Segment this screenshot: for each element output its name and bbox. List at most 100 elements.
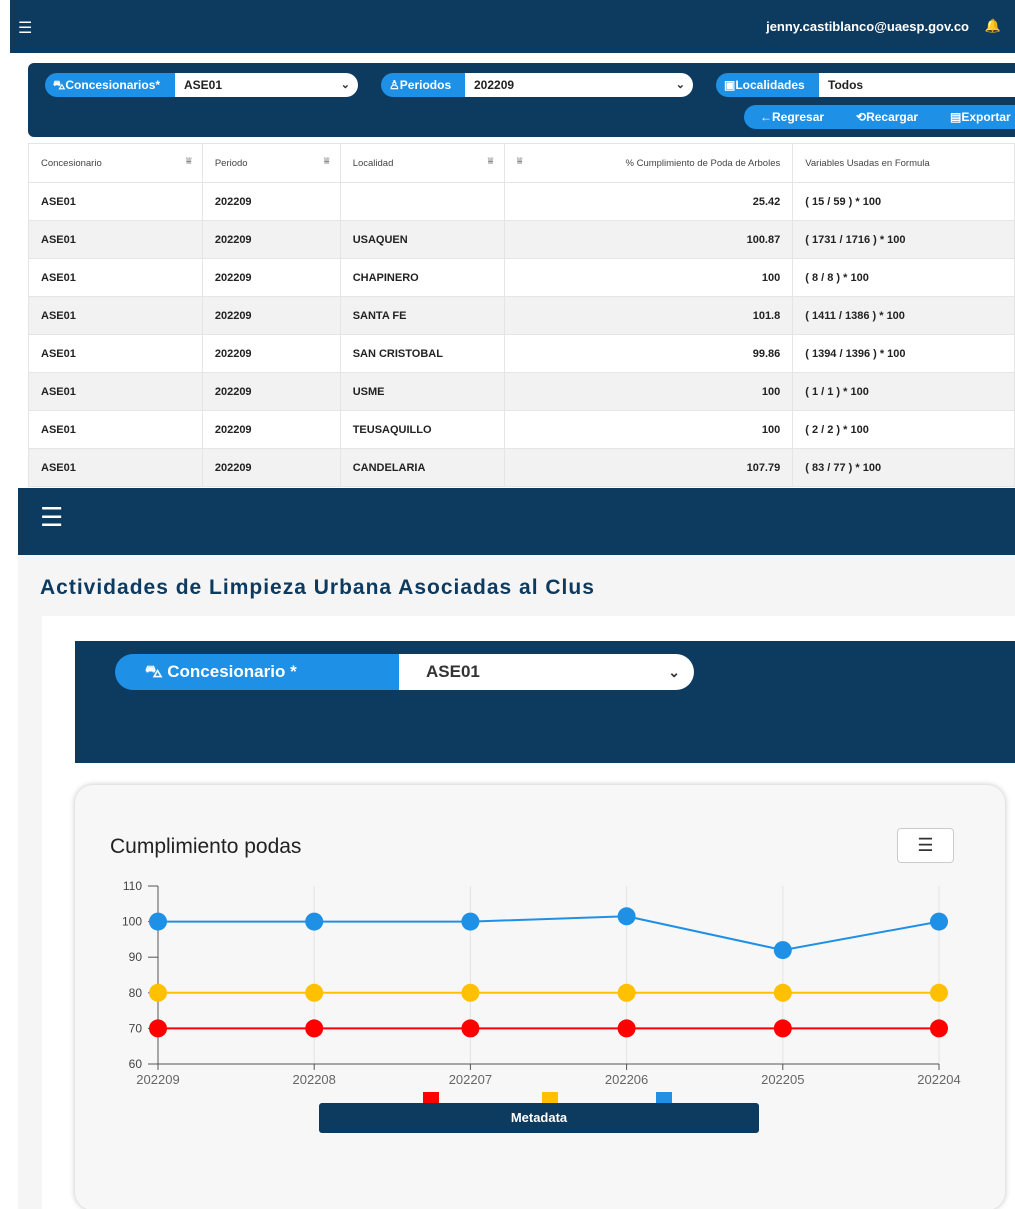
table-cell: 100	[503, 372, 794, 411]
data-point-advertencia	[305, 983, 324, 1002]
filter-icon[interactable]: ⩸	[517, 156, 523, 167]
table-cell: ASE01	[28, 258, 203, 297]
table-cell: ASE01	[28, 410, 203, 449]
x-tick-label: 202208	[293, 1072, 336, 1087]
x-tick-label: 202204	[917, 1072, 960, 1087]
table-cell: USAQUEN	[339, 220, 505, 259]
data-point-valor	[461, 912, 480, 931]
table-row[interactable]: ASE01 202209 CHAPINERO 100( 8 / 8 ) * 100	[28, 258, 1015, 297]
table-row[interactable]: ASE01 202209 USAQUEN 100.87( 1731 / 1716 ) …	[28, 220, 1015, 259]
table-cell: ( 15 / 59 ) * 100	[792, 182, 1015, 221]
table-cell: 107.79	[503, 448, 794, 487]
table-cell: 202209	[201, 410, 341, 449]
y-tick-label: 70	[129, 1021, 143, 1035]
x-tick-label: 202206	[605, 1072, 648, 1087]
localidades-filter-label: ▣Localidades	[716, 73, 819, 97]
table-cell: 100.87	[503, 220, 794, 259]
top-navbar: ☰ jenny.castiblanco@uaesp.gov.co 🔔	[10, 0, 1015, 53]
left-edge	[0, 0, 10, 488]
metadata-button[interactable]: Metadata	[319, 1103, 759, 1133]
bell-icon[interactable]: 🔔	[985, 18, 1001, 34]
series-line-valor	[158, 915, 940, 952]
table-cell: ASE01	[28, 296, 203, 335]
table-row[interactable]: ASE01 202209 CANDELARIA 107.79( 83 / 77 ) *…	[28, 448, 1015, 487]
table-cell: 100	[503, 410, 794, 449]
data-point-critico	[930, 1019, 948, 1038]
localidades-select[interactable]: Todos	[819, 73, 1015, 97]
table-cell: USME	[339, 372, 505, 411]
table-cell: ( 1411 / 1386 ) * 100	[792, 296, 1015, 335]
table-cell: SANTA FE	[339, 296, 505, 335]
filter-icon[interactable]: ⩸	[186, 156, 192, 167]
regresar-button[interactable]: ←Regresar	[760, 105, 824, 129]
data-point-advertencia	[149, 983, 167, 1002]
table-cell: 202209	[201, 182, 341, 221]
data-point-valor	[305, 912, 324, 931]
action-bar: ←Regresar ⟲Recargar ▤Exportar	[744, 105, 1015, 129]
table-cell: 101.8	[503, 296, 794, 335]
column-header[interactable]: Variables Usadas en Formula	[792, 143, 1015, 183]
data-point-advertencia	[617, 983, 636, 1002]
x-tick-label: 202205	[761, 1072, 804, 1087]
table-cell: CANDELARIA	[339, 448, 505, 487]
table-cell: ASE01	[28, 448, 203, 487]
table-row[interactable]: ASE01 202209 SANTA FE 101.8( 1411 / 1386 ) …	[28, 296, 1015, 335]
data-point-critico	[305, 1019, 324, 1038]
table-cell: TEUSAQUILLO	[339, 410, 505, 449]
data-point-critico	[617, 1019, 636, 1038]
y-tick-label: 100	[122, 915, 142, 929]
column-header[interactable]: Periodo ⩸	[201, 143, 341, 183]
data-point-valor	[930, 912, 948, 931]
data-point-advertencia	[773, 983, 792, 1002]
column-header[interactable]: Concesionario ⩸	[28, 143, 203, 183]
table-row[interactable]: ASE01 202209 25.42( 15 / 59 ) * 100	[28, 182, 1015, 221]
exportar-button[interactable]: ▤Exportar	[950, 105, 1011, 129]
x-tick-label: 202207	[449, 1072, 492, 1087]
table-cell: ( 2 / 2 ) * 100	[792, 410, 1015, 449]
y-tick-label: 90	[129, 950, 143, 964]
table-cell: ASE01	[28, 220, 203, 259]
reload-icon: ⟲	[856, 110, 867, 124]
column-header[interactable]: Localidad ⩸	[339, 143, 505, 183]
dashboard-screen: ☰ Actividades de Limpieza Urbana Asociad…	[18, 488, 1015, 1209]
table-row[interactable]: ASE01 202209 USME 100( 1 / 1 ) * 100	[28, 372, 1015, 411]
data-point-valor	[149, 912, 167, 931]
concesionarios-select[interactable]: ASE01 ⌄	[175, 73, 358, 97]
filter-icon[interactable]: ⩸	[324, 156, 330, 167]
user-email[interactable]: jenny.castiblanco@uaesp.gov.co	[766, 19, 969, 34]
table-cell: SAN CRISTOBAL	[339, 334, 505, 373]
table-cell: CHAPINERO	[339, 258, 505, 297]
table-cell: ( 1 / 1 ) * 100	[792, 372, 1015, 411]
table-cell: ASE01	[28, 182, 203, 221]
column-header[interactable]: ⩸% Cumplimiento de Poda de Arboles	[503, 143, 794, 183]
table-cell	[339, 182, 505, 221]
chevron-down-icon: ⌄	[675, 79, 685, 91]
table-cell: 202209	[201, 372, 341, 411]
table-cell: 202209	[201, 220, 341, 259]
table-cell: 202209	[201, 258, 341, 297]
data-point-valor	[617, 907, 636, 926]
table-row[interactable]: ASE01 202209 SAN CRISTOBAL 99.86( 1394 / 13…	[28, 334, 1015, 373]
concesionarios-filter-label: ⛍Concesionarios*	[45, 73, 175, 97]
data-point-advertencia	[930, 983, 948, 1002]
data-point-valor	[773, 941, 792, 960]
data-point-critico	[461, 1019, 480, 1038]
recargar-button[interactable]: ⟲Recargar	[856, 105, 918, 129]
periodos-select[interactable]: 202209 ⌄	[465, 73, 693, 97]
table-cell: ( 1731 / 1716 ) * 100	[792, 220, 1015, 259]
chevron-down-icon: ⌄	[340, 79, 350, 91]
line-chart: 60 70 80 90 100 110 202209 202208 202207 202206 20…	[122, 879, 961, 1122]
periodos-filter-label: ♙Periodos	[381, 73, 465, 97]
filter-icon[interactable]: ⩸	[488, 156, 494, 167]
table-row[interactable]: ASE01 202209 TEUSAQUILLO 100( 2 / 2 ) * 100	[28, 410, 1015, 449]
map-icon: ▣	[724, 78, 736, 92]
table-cell: ( 83 / 77 ) * 100	[792, 448, 1015, 487]
table-header-row: Concesionario ⩸ Periodo ⩸ Localidad ⩸ ⩸% Cu…	[28, 143, 1015, 183]
data-point-critico	[773, 1019, 792, 1038]
hamburger-icon[interactable]: ☰	[18, 18, 32, 38]
table-cell: ( 1394 / 1396 ) * 100	[792, 334, 1015, 373]
person-icon: ♙	[389, 78, 400, 92]
table-cell: 202209	[201, 334, 341, 373]
y-tick-label: 60	[129, 1057, 143, 1071]
table-cell: 100	[503, 258, 794, 297]
